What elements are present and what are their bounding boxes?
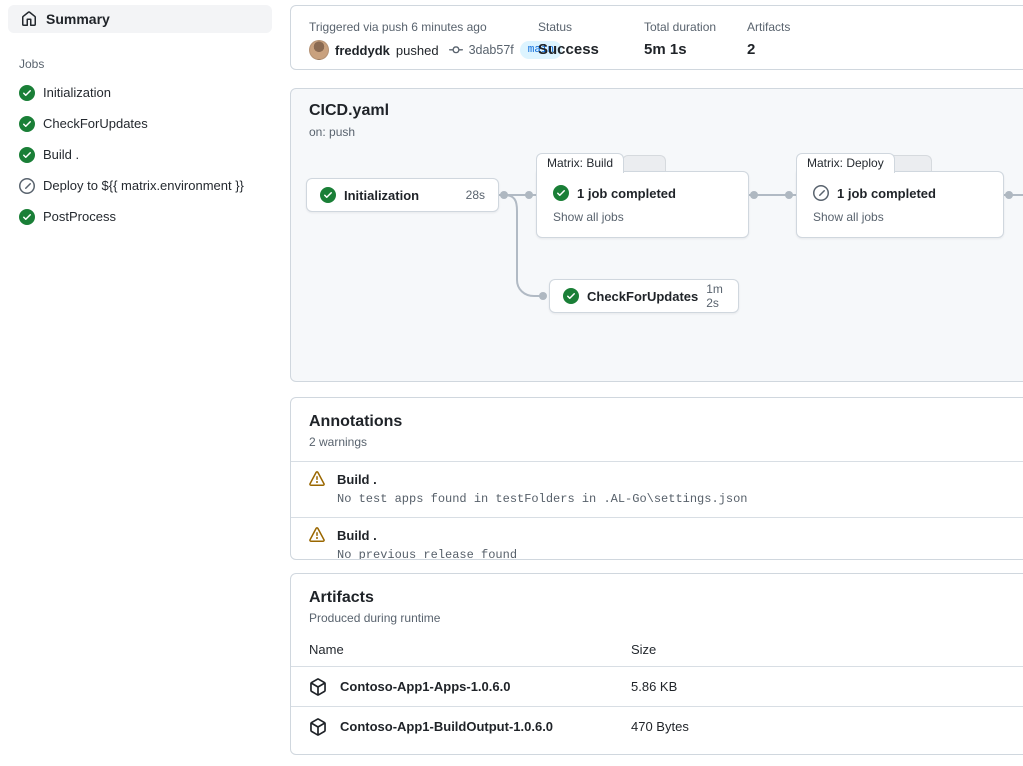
success-check-icon [19, 147, 35, 163]
actor-name[interactable]: freddydk [335, 43, 390, 58]
commit-sha[interactable]: 3dab57f [469, 43, 514, 57]
group-summary: 1 job completed [837, 186, 936, 201]
job-label: Build . [43, 147, 79, 163]
artifact-name[interactable]: Contoso-App1-Apps-1.0.6.0 [340, 679, 510, 694]
duration-value: 5m 1s [644, 40, 716, 60]
show-all-jobs-link[interactable]: Show all jobs [813, 210, 987, 224]
annotation-message: No test apps found in testFolders in .AL… [337, 492, 1023, 506]
artifacts-count-value: 2 [747, 40, 790, 60]
trigger-column: Triggered via push 6 minutes ago freddyd… [309, 19, 562, 60]
artifact-row: Contoso-App1-Apps-1.0.6.0 5.86 KB [291, 666, 1023, 706]
sidebar-job-initialization[interactable]: Initialization [0, 77, 290, 108]
success-check-icon [553, 185, 569, 201]
jobs-heading: Jobs [19, 57, 290, 71]
success-check-icon [19, 209, 35, 225]
graph-node-checkforupdates[interactable]: CheckForUpdates 1m 2s [549, 279, 739, 313]
skipped-icon [813, 185, 829, 201]
warning-icon [309, 527, 325, 543]
trigger-line: Triggered via push 6 minutes ago [309, 19, 562, 35]
group-summary: 1 job completed [577, 186, 676, 201]
graph-group-matrix-build[interactable]: 1 job completed Show all jobs [536, 171, 749, 238]
artifact-size: 470 Bytes [631, 719, 689, 734]
home-icon [21, 11, 37, 27]
commit-icon [449, 43, 463, 57]
sidebar-job-postprocess[interactable]: PostProcess [0, 201, 290, 232]
run-header-card: Triggered via push 6 minutes ago freddyd… [290, 5, 1023, 70]
package-icon [309, 718, 327, 736]
node-duration: 1m 2s [706, 282, 725, 310]
warning-icon [309, 471, 325, 487]
artifacts-count-label: Artifacts [747, 19, 790, 35]
success-check-icon [563, 288, 579, 304]
artifacts-count-column: Artifacts 2 [747, 19, 790, 60]
annotation-message: No previous release found [337, 548, 1023, 560]
graph-node-initialization[interactable]: Initialization 28s [306, 178, 499, 212]
main-content: Triggered via push 6 minutes ago freddyd… [290, 0, 1023, 755]
matrix-build-tab: Matrix: Build [536, 153, 624, 173]
annotations-title: Annotations [309, 411, 1023, 432]
sidebar-job-deploy[interactable]: Deploy to ${{ matrix.environment }} [0, 170, 290, 201]
sidebar-job-checkforupdates[interactable]: CheckForUpdates [0, 108, 290, 139]
status-value: Success [538, 40, 599, 60]
success-check-icon [320, 187, 336, 203]
annotation-row: Build . No previous release found [291, 517, 1023, 560]
matrix-build-stack-decoration [622, 155, 666, 171]
artifacts-table-header: Name Size [291, 626, 1023, 666]
show-all-jobs-link[interactable]: Show all jobs [553, 210, 732, 224]
artifact-size: 5.86 KB [631, 679, 677, 694]
node-label: Initialization [344, 188, 419, 203]
matrix-deploy-tab: Matrix: Deploy [796, 153, 895, 173]
artifact-row: Contoso-App1-BuildOutput-1.0.6.0 470 Byt… [291, 706, 1023, 746]
artifacts-title: Artifacts [309, 587, 1023, 608]
annotation-row: Build . No test apps found in testFolder… [291, 461, 1023, 517]
status-column: Status Success [538, 19, 599, 60]
success-check-icon [19, 116, 35, 132]
success-check-icon [19, 85, 35, 101]
job-label: CheckForUpdates [43, 116, 148, 132]
package-icon [309, 678, 327, 696]
workflow-graph-card: CICD.yaml on: push [290, 88, 1023, 382]
job-label: Deploy to ${{ matrix.environment }} [43, 178, 244, 194]
status-label: Status [538, 19, 599, 35]
artifacts-card: Artifacts Produced during runtime Name S… [290, 573, 1023, 755]
size-column-header: Size [631, 642, 656, 657]
annotation-job[interactable]: Build . [337, 472, 377, 487]
summary-label: Summary [46, 11, 110, 27]
artifacts-subtitle: Produced during runtime [309, 610, 1023, 626]
graph-group-matrix-deploy[interactable]: 1 job completed Show all jobs [796, 171, 1004, 238]
artifact-name[interactable]: Contoso-App1-BuildOutput-1.0.6.0 [340, 719, 553, 734]
sidebar: Summary Jobs Initialization CheckForUpda… [0, 0, 290, 755]
job-label: PostProcess [43, 209, 116, 225]
avatar[interactable] [309, 40, 329, 60]
duration-column: Total duration 5m 1s [644, 19, 716, 60]
annotations-subtitle: 2 warnings [309, 434, 1023, 450]
workflow-run-page: Summary Jobs Initialization CheckForUpda… [0, 0, 1023, 755]
duration-label: Total duration [644, 19, 716, 35]
skipped-icon [19, 178, 35, 194]
name-column-header: Name [309, 642, 631, 657]
actor-action: pushed [396, 43, 439, 58]
sidebar-item-summary[interactable]: Summary [8, 5, 272, 33]
jobs-list: Initialization CheckForUpdates Build . D… [0, 77, 290, 232]
job-label: Initialization [43, 85, 111, 101]
annotation-job[interactable]: Build . [337, 528, 377, 543]
node-duration: 28s [466, 188, 485, 202]
sidebar-job-build[interactable]: Build . [0, 139, 290, 170]
annotations-card: Annotations 2 warnings Build . No test a… [290, 397, 1023, 560]
node-label: CheckForUpdates [587, 289, 698, 304]
